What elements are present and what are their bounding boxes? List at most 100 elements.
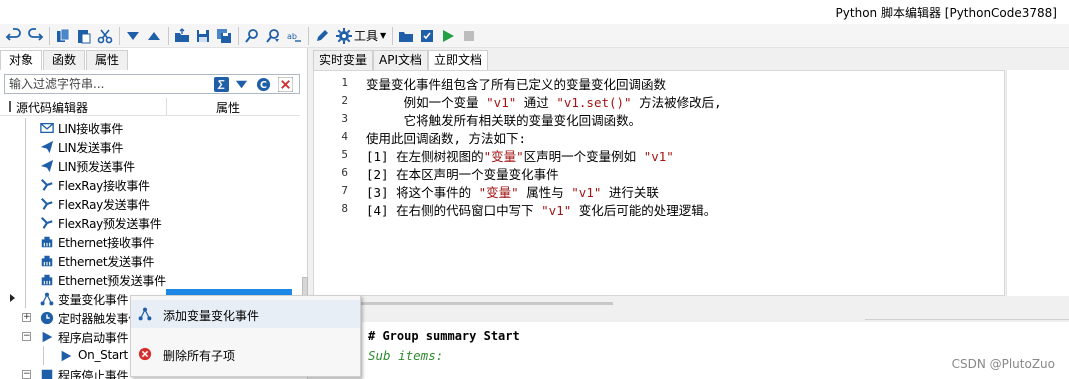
filter-case-icon[interactable]: C	[255, 76, 272, 92]
toolbar-separator	[392, 26, 394, 45]
tree-item-flexray-receive[interactable]: FlexRay接收事件	[0, 175, 300, 194]
undo-icon[interactable]	[4, 26, 24, 46]
compile-icon[interactable]	[417, 26, 437, 46]
tools-menu-button[interactable]: 工具 ▼	[333, 26, 389, 46]
code-line: [1] 在左侧树视图的"变量"区声明一个变量例如 "v1"	[366, 146, 674, 165]
run-icon[interactable]	[438, 26, 458, 46]
tab-objects[interactable]: 对象	[0, 50, 43, 70]
editor-side-area	[1006, 70, 1069, 296]
menu-item-label: 删除所有子项	[163, 349, 236, 363]
current-row-marker	[10, 294, 15, 302]
replace-icon[interactable]: ab	[284, 26, 304, 46]
tree-line	[25, 156, 26, 175]
tab-live-variables[interactable]: 实时变量	[313, 50, 374, 70]
menu-item-add-variable-event[interactable]: 添加变量变化事件	[131, 300, 360, 328]
tree-item-ethernet-receive[interactable]: Ethernet接收事件	[0, 232, 300, 251]
line-number: 4	[341, 130, 348, 143]
code-line: 它将触发所有相关联的变量变化回调函数。	[366, 110, 642, 129]
filter-input[interactable]	[5, 75, 205, 93]
filter-down-icon[interactable]	[233, 76, 250, 92]
horizontal-scrollbar[interactable]	[360, 302, 613, 305]
tree-item-lin-presend[interactable]: LIN预发送事件	[0, 156, 300, 175]
string-literal: "变量"	[478, 185, 519, 200]
code-line: [3] 将这个事件的 "变量" 属性与 "v1" 进行关联	[366, 182, 659, 201]
tree-item-label: LIN预发送事件	[58, 160, 135, 174]
line-number: 7	[341, 184, 348, 197]
svg-text:ab: ab	[287, 32, 297, 41]
collapse-toggle[interactable]: −	[22, 332, 31, 341]
window-title: Python 脚本编辑器 [PythonCode3788]	[835, 6, 1057, 20]
find-next-icon[interactable]	[263, 26, 283, 46]
toolbar-separator	[308, 26, 309, 45]
tree-item-lin-send[interactable]: LIN发送事件	[0, 137, 300, 156]
tab-api-docs[interactable]: API文档	[373, 50, 429, 70]
tree-item-flexray-send[interactable]: FlexRay发送事件	[0, 194, 300, 213]
toolbar: ab 工具 ▼	[0, 24, 1069, 48]
stop-icon[interactable]	[459, 26, 479, 46]
string-literal: "变量"	[483, 149, 524, 164]
expand-toggle[interactable]: −	[22, 370, 31, 379]
tab-functions[interactable]: 函数	[43, 50, 86, 70]
pen-icon[interactable]	[312, 26, 332, 46]
tree-item-label: 变量变化事件	[58, 291, 129, 308]
save-icon[interactable]	[193, 26, 213, 46]
tree-item-label: Ethernet发送事件	[58, 255, 155, 269]
paste-icon[interactable]	[74, 26, 94, 46]
tree-item-flexray-presend[interactable]: FlexRay预发送事件	[0, 213, 300, 232]
code-text: 通过	[516, 95, 557, 110]
open-folder-icon[interactable]	[172, 26, 192, 46]
tree-item-ethernet-presend[interactable]: Ethernet预发送事件	[0, 270, 300, 289]
load-script-icon[interactable]	[396, 26, 416, 46]
svg-text:C: C	[260, 79, 267, 90]
cut-icon[interactable]	[95, 26, 115, 46]
tree-item-label: 定时器触发事件	[58, 312, 140, 326]
tree-header-property: 属性	[216, 101, 241, 115]
copy-icon[interactable]	[53, 26, 73, 46]
code-line: 使用此回调函数, 方法如下:	[366, 128, 526, 147]
code-text: 例如一个变量	[366, 95, 487, 110]
line-number: 1	[341, 76, 348, 89]
tree-line	[43, 346, 44, 365]
string-literal: "v1"	[486, 95, 517, 110]
redo-icon[interactable]	[25, 26, 45, 46]
ethernet-icon	[39, 234, 55, 249]
code-text: [1] 在左侧树视图的	[366, 149, 484, 164]
expand-toggle[interactable]: +	[22, 313, 31, 322]
menu-item-delete-all-children[interactable]: 删除所有子项	[131, 340, 360, 368]
tree-line	[25, 232, 26, 251]
code-line: [4] 在右侧的代码窗口中写下 "v1" 变化后可能的处理逻辑。	[366, 200, 716, 219]
column-divider[interactable]	[166, 98, 167, 115]
search-icon[interactable]	[242, 26, 262, 46]
doc-editor[interactable]: 1 2 3 4 5 6 7 8 变量变化事件组包含了所有已定义的变量变化回调函数 例如一个变量…	[313, 70, 1005, 296]
tab-properties[interactable]: 属性	[86, 50, 129, 70]
tree-line	[25, 270, 26, 289]
toolbar-separator	[168, 26, 169, 45]
filter-sigma-icon[interactable]	[213, 76, 230, 92]
code-line: 变量变化事件组包含了所有已定义的变量变化回调函数	[366, 74, 666, 93]
line-number: 5	[341, 148, 348, 161]
right-tabs: 实时变量 API文档 立即文档	[313, 50, 489, 70]
string-literal: "v1"	[571, 185, 602, 200]
code-line: 例如一个变量 "v1" 通过 "v1.set()" 方法被修改后,	[366, 92, 722, 111]
tab-immediate-docs[interactable]: 立即文档	[428, 50, 489, 70]
code-text: 变量变化事件组包含了所有已定义的变量变化回调函数	[366, 77, 667, 92]
tree-item-ethernet-send[interactable]: Ethernet发送事件	[0, 251, 300, 270]
tree-line	[25, 213, 26, 232]
string-literal: "v1"	[643, 149, 674, 164]
tree-item-lin-receive[interactable]: LIN接收事件	[0, 118, 300, 137]
code-text: [4] 在右侧的代码窗口中写下	[366, 203, 542, 218]
tree-header-source: 源代码编辑器	[16, 101, 89, 115]
code-text: 使用此回调函数, 方法如下:	[366, 131, 527, 146]
watermark: CSDN @PlutoZuo	[951, 357, 1055, 371]
tree-item-label: LIN接收事件	[58, 122, 124, 136]
ethernet-icon	[39, 253, 55, 268]
toolbar-separator	[49, 26, 50, 45]
clock-icon	[39, 310, 55, 325]
tree-item-label: FlexRay发送事件	[58, 198, 150, 212]
move-up-icon[interactable]	[144, 26, 164, 46]
filter-bar: C	[4, 74, 300, 94]
clear-filter-icon[interactable]	[277, 76, 294, 92]
stop-icon	[39, 367, 55, 379]
save-all-icon[interactable]	[214, 26, 234, 46]
move-down-icon[interactable]	[123, 26, 143, 46]
